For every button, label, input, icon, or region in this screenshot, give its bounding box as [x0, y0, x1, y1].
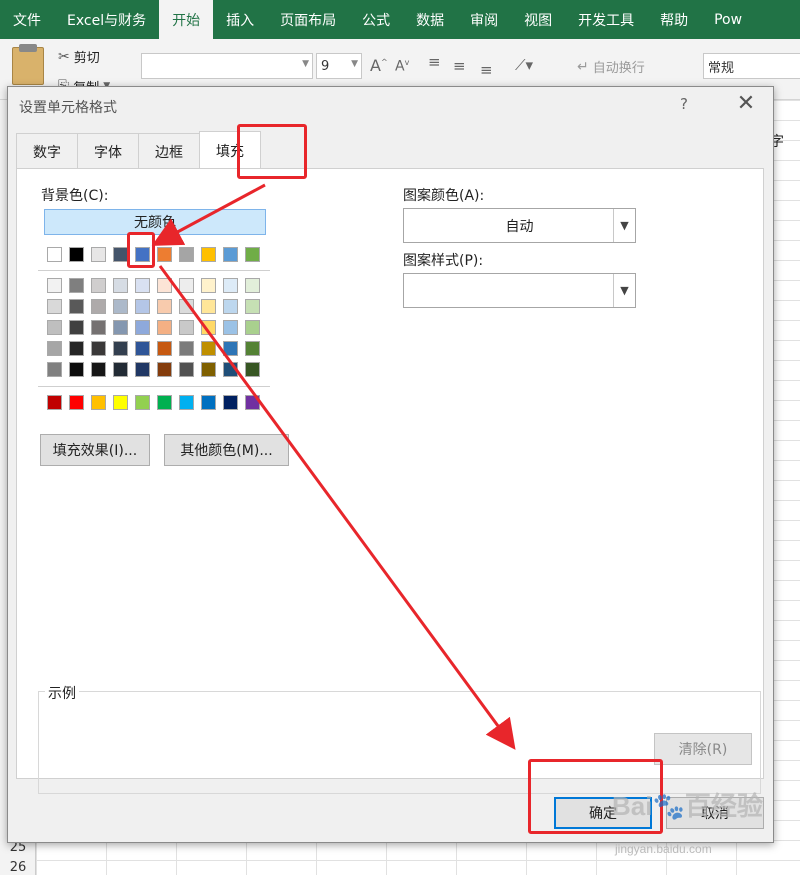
watermark-url: jingyan.baidu.com — [615, 842, 712, 856]
annotation-arrows — [151, 183, 516, 750]
arrow-to-ok — [158, 265, 516, 750]
arrow-to-swatch — [151, 183, 266, 246]
watermark-logo: Bai🐾百经验 — [612, 791, 763, 821]
